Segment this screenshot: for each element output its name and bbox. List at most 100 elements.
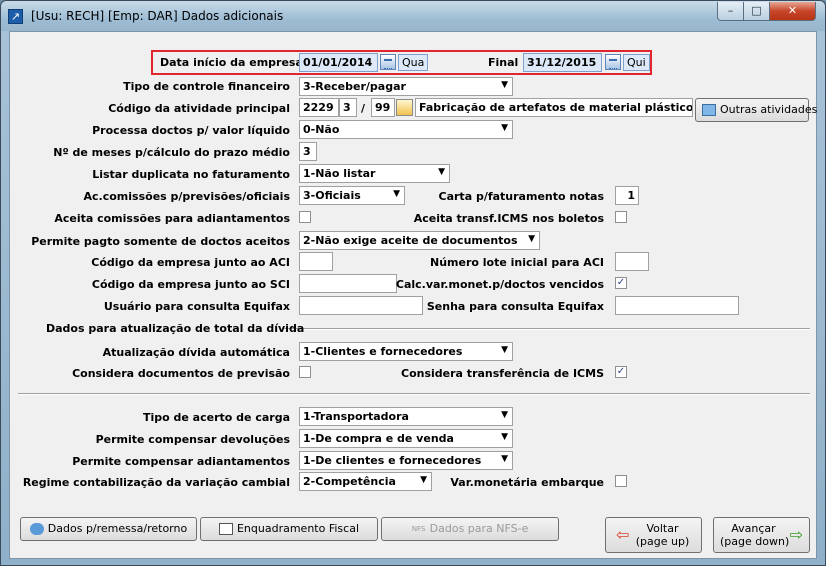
carta-faturamento-label: Carta p/faturamento notas bbox=[438, 190, 604, 203]
search-folder-icon[interactable] bbox=[396, 99, 413, 116]
outras-atividades-label: Outras atividades bbox=[720, 103, 818, 116]
data-inicio-field[interactable]: 01/01/2014 bbox=[299, 53, 378, 72]
processa-doctos-label: Processa doctos p/ valor líquido bbox=[92, 124, 290, 137]
atualizacao-divida-label: Atualização dívida automática bbox=[102, 346, 290, 359]
codigo-sci-field[interactable] bbox=[299, 274, 397, 293]
dados-adicionais-window: ↗ [Usu: RECH] [Emp: DAR] Dados adicionai… bbox=[0, 0, 826, 566]
permite-pagto-select[interactable]: 2-Não exige aceite de documentos ▼ bbox=[299, 231, 540, 250]
back-arrow-icon: ⇦ bbox=[616, 525, 630, 544]
listar-duplicata-select[interactable]: 1-Não listar ▼ bbox=[299, 164, 450, 183]
senha-equifax-field[interactable] bbox=[615, 296, 739, 315]
considera-previsao-checkbox[interactable] bbox=[299, 366, 311, 378]
aceita-transf-icms-label: Aceita transf.ICMS nos boletos bbox=[413, 212, 604, 225]
aceita-transf-icms-checkbox[interactable] bbox=[615, 211, 627, 223]
form-panel: Data início da empresa 01/01/2014 Qua Fi… bbox=[9, 31, 817, 559]
comissoes-value: 3-Oficiais bbox=[303, 189, 361, 202]
atividade-description-field: Fabricação de artefatos de material plás… bbox=[415, 98, 693, 117]
avancar-button[interactable]: Avançar (page down) ⇨ bbox=[713, 517, 810, 553]
considera-previsao-label: Considera documentos de previsão bbox=[72, 367, 290, 380]
nfs-icon: NFS bbox=[411, 525, 426, 533]
listar-duplicata-label: Listar duplicata no faturamento bbox=[92, 168, 290, 181]
compensar-adiantamentos-select[interactable]: 1-De clientes e fornecedores ▼ bbox=[299, 451, 513, 470]
dropdown-arrow-icon: ▼ bbox=[501, 432, 508, 442]
people-icon bbox=[29, 523, 44, 535]
atividade-part2-field[interactable]: 3 bbox=[339, 98, 357, 117]
divida-section-label: Dados para atualização de total da dívid… bbox=[46, 322, 305, 335]
dados-nfse-button[interactable]: NFS Dados para NFS-e bbox=[381, 517, 559, 541]
var-monetaria-embarque-checkbox[interactable] bbox=[615, 475, 627, 487]
compensar-devolucoes-select[interactable]: 1-De compra e de venda ▼ bbox=[299, 429, 513, 448]
compensar-adiantamentos-value: 1-De clientes e fornecedores bbox=[303, 454, 482, 467]
codigo-sci-label: Código da empresa junto ao SCI bbox=[91, 278, 290, 291]
tipo-controle-label: Tipo de controle financeiro bbox=[123, 80, 290, 93]
title-bar[interactable]: ↗ [Usu: RECH] [Emp: DAR] Dados adicionai… bbox=[1, 1, 825, 31]
checklist-icon bbox=[218, 523, 233, 535]
calc-var-monet-checkbox[interactable]: ✓ bbox=[615, 277, 627, 289]
carta-faturamento-field[interactable]: 1 bbox=[615, 186, 639, 205]
aceita-comissoes-checkbox[interactable] bbox=[299, 211, 311, 223]
compensar-adiantamentos-label: Permite compensar adiantamentos bbox=[72, 455, 290, 468]
voltar-button[interactable]: ⇦ Voltar (page up) bbox=[605, 517, 702, 553]
atividade-part3-field[interactable]: 99 bbox=[371, 98, 395, 117]
regime-cambial-label: Regime contabilização da variação cambia… bbox=[22, 476, 290, 489]
maximize-button[interactable]: □ bbox=[743, 2, 770, 21]
section-divider bbox=[284, 328, 810, 330]
data-inicio-weekday: Qua bbox=[398, 54, 429, 71]
tipo-controle-select[interactable]: 3-Receber/pagar ▼ bbox=[299, 77, 513, 96]
atualizacao-divida-select[interactable]: 1-Clientes e fornecedores ▼ bbox=[299, 342, 513, 361]
lote-aci-field[interactable] bbox=[615, 252, 649, 271]
minimize-button[interactable]: – bbox=[717, 2, 744, 21]
enquadramento-fiscal-button[interactable]: Enquadramento Fiscal bbox=[200, 517, 378, 541]
section-divider bbox=[18, 393, 810, 395]
outras-atividades-button[interactable]: Outras atividades bbox=[695, 98, 817, 122]
atividade-separator: / bbox=[361, 102, 366, 115]
forward-arrow-icon: ⇨ bbox=[789, 525, 803, 544]
permite-pagto-value: 2-Não exige aceite de documentos bbox=[303, 234, 518, 247]
considera-transf-icms-checkbox[interactable]: ✓ bbox=[615, 366, 627, 378]
meses-prazo-field[interactable]: 3 bbox=[299, 142, 317, 161]
senha-equifax-label: Senha para consulta Equifax bbox=[426, 300, 604, 313]
codigo-aci-field[interactable] bbox=[299, 252, 333, 271]
dropdown-arrow-icon: ▼ bbox=[501, 345, 508, 355]
dropdown-arrow-icon: ▼ bbox=[501, 80, 508, 90]
dropdown-arrow-icon: ▼ bbox=[501, 410, 508, 420]
close-button[interactable]: ✕ bbox=[769, 2, 816, 21]
data-final-label: Final bbox=[488, 56, 519, 69]
atualizacao-divida-value: 1-Clientes e fornecedores bbox=[303, 345, 463, 358]
codigo-atividade-label: Código da atividade principal bbox=[108, 102, 290, 115]
calc-var-monet-label: Calc.var.monet.p/doctos vencidos bbox=[395, 278, 604, 291]
calendar-icon[interactable] bbox=[380, 54, 396, 70]
data-final-field[interactable]: 31/12/2015 bbox=[523, 53, 602, 72]
codigo-aci-label: Código da empresa junto ao ACI bbox=[91, 256, 290, 269]
add-activity-icon bbox=[702, 104, 716, 116]
var-monetaria-embarque-label: Var.monetária embarque bbox=[450, 476, 604, 489]
calendar-icon[interactable] bbox=[605, 54, 621, 70]
usuario-equifax-label: Usuário para consulta Equifax bbox=[103, 300, 290, 313]
dropdown-arrow-icon: ▼ bbox=[528, 234, 535, 244]
regime-cambial-value: 2-Competência bbox=[303, 475, 396, 488]
dropdown-arrow-icon: ▼ bbox=[501, 123, 508, 133]
permite-pagto-label: Permite pagto somente de doctos aceitos bbox=[31, 235, 290, 248]
aceita-comissoes-label: Aceita comissões para adiantamentos bbox=[54, 212, 290, 225]
compensar-devolucoes-label: Permite compensar devoluções bbox=[95, 433, 290, 446]
app-arrow-icon: ↗ bbox=[8, 9, 23, 24]
compensar-devolucoes-value: 1-De compra e de venda bbox=[303, 432, 454, 445]
processa-doctos-value: 0-Não bbox=[303, 123, 340, 136]
enquadramento-fiscal-label: Enquadramento Fiscal bbox=[236, 522, 359, 535]
processa-doctos-select[interactable]: 0-Não ▼ bbox=[299, 120, 513, 139]
tipo-acerto-select[interactable]: 1-Transportadora ▼ bbox=[299, 407, 513, 426]
dropdown-arrow-icon: ▼ bbox=[438, 167, 445, 177]
meses-prazo-label: Nº de meses p/cálculo do prazo médio bbox=[53, 146, 290, 159]
tipo-controle-value: 3-Receber/pagar bbox=[303, 80, 406, 93]
atividade-part1-field[interactable]: 2229 bbox=[299, 98, 339, 117]
tipo-acerto-label: Tipo de acerto de carga bbox=[142, 411, 290, 424]
dropdown-arrow-icon: ▼ bbox=[501, 454, 508, 464]
data-final-weekday: Qui bbox=[623, 54, 650, 71]
window-title: [Usu: RECH] [Emp: DAR] Dados adicionais bbox=[31, 9, 284, 23]
tipo-acerto-value: 1-Transportadora bbox=[303, 410, 409, 423]
considera-transf-icms-label: Considera transferência de ICMS bbox=[401, 367, 604, 380]
lote-aci-label: Número lote inicial para ACI bbox=[430, 256, 604, 269]
dados-remessa-label: Dados p/remessa/retorno bbox=[47, 522, 188, 535]
dados-remessa-button[interactable]: Dados p/remessa/retorno bbox=[20, 517, 197, 541]
dados-nfse-label: Dados para NFS-e bbox=[429, 522, 529, 535]
